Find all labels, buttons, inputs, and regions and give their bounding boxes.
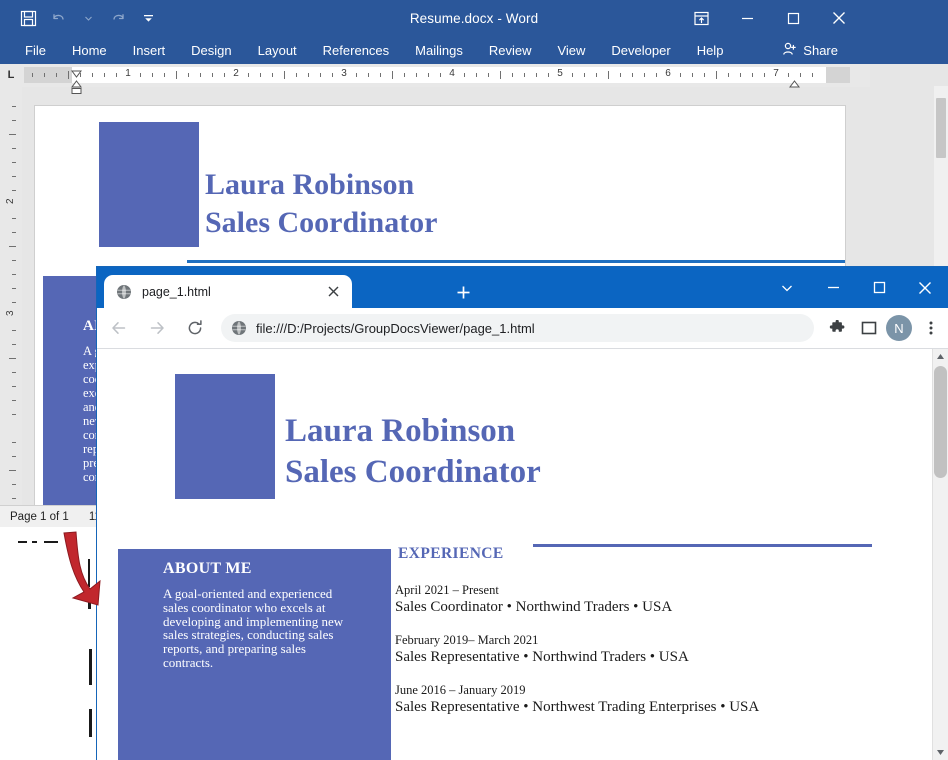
- status-page-indicator[interactable]: Page 1 of 1: [0, 511, 79, 523]
- tab-design[interactable]: Design: [178, 36, 244, 64]
- experience-rule: [533, 544, 872, 547]
- share-button[interactable]: Share: [781, 36, 838, 64]
- ruler-number-1: 1: [125, 68, 131, 79]
- puzzle-piece-icon[interactable]: [822, 313, 852, 343]
- page-mark: [88, 559, 90, 587]
- chrome-browser-window: page_1.html file:///D:/Projects/GroupDoc…: [97, 267, 948, 760]
- ruler-number-3: 3: [341, 68, 347, 79]
- page-mark: [89, 649, 92, 685]
- experience-title: Sales Coordinator • Northwind Traders • …: [395, 599, 673, 615]
- experience-date: April 2021 – Present: [395, 583, 499, 597]
- quick-access-toolbar: [14, 4, 162, 32]
- page-mark: [18, 541, 27, 543]
- page-mark: [88, 591, 91, 609]
- browser-window-controls: [764, 267, 948, 308]
- share-person-icon: [781, 41, 797, 60]
- word-ribbon-tabs: File Home Insert Design Layout Reference…: [12, 36, 736, 64]
- experience-item: April 2021 – Present Sales Coordinator •…: [395, 583, 915, 617]
- customize-quick-access-button[interactable]: [134, 4, 162, 32]
- ribbon-display-options-icon[interactable]: [678, 0, 724, 36]
- experience-item: June 2016 – January 2019 Sales Represent…: [395, 683, 915, 717]
- globe-icon: [116, 284, 132, 300]
- experience-title: Sales Representative • Northwind Traders…: [395, 649, 689, 665]
- vertical-ruler: 2 3: [0, 86, 22, 506]
- globe-icon: [231, 320, 247, 336]
- three-dot-menu-icon[interactable]: [916, 313, 946, 343]
- about-me-text: A goal-oriented and experienced sales co…: [163, 586, 344, 670]
- resume-accent-block: [175, 374, 275, 499]
- tab-view[interactable]: View: [544, 36, 598, 64]
- scroll-up-arrow-icon[interactable]: [933, 349, 948, 364]
- vruler-number-2: 2: [5, 198, 16, 204]
- experience-title: Sales Representative • Northwest Trading…: [395, 699, 760, 715]
- chevron-down-icon[interactable]: [764, 267, 810, 308]
- experience-date: February 2019– March 2021: [395, 633, 539, 647]
- experience-list: April 2021 – Present Sales Coordinator •…: [395, 583, 915, 733]
- word-resume-name: Laura Robinson Sales Coordinator: [205, 168, 438, 239]
- share-label: Share: [803, 42, 838, 58]
- tab-home[interactable]: Home: [59, 36, 120, 64]
- tab-layout[interactable]: Layout: [245, 36, 310, 64]
- tab-developer[interactable]: Developer: [598, 36, 683, 64]
- back-arrow-icon[interactable]: [103, 312, 135, 344]
- page-mark: [44, 541, 58, 543]
- browser-page-content: Laura Robinson Sales Coordinator ABOUT M…: [97, 349, 948, 760]
- close-icon[interactable]: [322, 281, 344, 303]
- ruler-number-6: 6: [665, 68, 671, 79]
- resume-name: Laura Robinson Sales Coordinator: [285, 413, 541, 490]
- address-bar[interactable]: file:///D:/Projects/GroupDocsViewer/page…: [221, 314, 814, 342]
- experience-heading: EXPERIENCE: [398, 545, 504, 562]
- browser-scrollbar-thumb[interactable]: [934, 366, 947, 478]
- resume-accent-block: [99, 122, 199, 247]
- maximize-icon[interactable]: [856, 267, 902, 308]
- tab-help[interactable]: Help: [684, 36, 737, 64]
- ruler-number-4: 4: [449, 68, 455, 79]
- maximize-icon[interactable]: [770, 0, 816, 36]
- tab-insert[interactable]: Insert: [120, 36, 179, 64]
- tab-mailings[interactable]: Mailings: [402, 36, 476, 64]
- tab-references[interactable]: References: [310, 36, 402, 64]
- new-tab-button[interactable]: [451, 280, 475, 304]
- ruler-number-2: 2: [233, 68, 239, 79]
- reload-icon[interactable]: [179, 312, 211, 344]
- address-bar-url: file:///D:/Projects/GroupDocsViewer/page…: [256, 320, 535, 336]
- save-button[interactable]: [14, 4, 42, 32]
- undo-button[interactable]: [44, 4, 72, 32]
- ruler-track: 1 2 3 4 5 6 7: [24, 67, 850, 83]
- side-panel-icon[interactable]: [854, 313, 884, 343]
- browser-tab-title: page_1.html: [142, 284, 211, 299]
- page-mark: [89, 709, 92, 737]
- screen: Resume.docx - Word File Home Insert Desi…: [0, 0, 948, 760]
- about-me-heading: ABOUT ME: [163, 560, 252, 577]
- experience-item: February 2019– March 2021 Sales Represen…: [395, 633, 915, 667]
- vruler-number-3: 3: [5, 310, 16, 316]
- undo-dropdown[interactable]: [74, 4, 102, 32]
- ruler-number-5: 5: [557, 68, 563, 79]
- left-indent-marker[interactable]: [71, 81, 82, 99]
- browser-tab[interactable]: page_1.html: [104, 275, 352, 308]
- tab-review[interactable]: Review: [476, 36, 545, 64]
- scroll-down-arrow-icon[interactable]: [933, 745, 948, 760]
- close-icon[interactable]: [902, 267, 948, 308]
- forward-arrow-icon[interactable]: [141, 312, 173, 344]
- minimize-icon[interactable]: [724, 0, 770, 36]
- right-indent-marker[interactable]: [789, 75, 800, 93]
- close-icon[interactable]: [816, 0, 862, 36]
- word-window-controls: [678, 0, 862, 36]
- page-mark: [32, 541, 37, 543]
- word-header-rule: [187, 260, 845, 263]
- minimize-icon[interactable]: [810, 267, 856, 308]
- word-scrollbar-thumb[interactable]: [936, 98, 946, 158]
- tab-stop-selector[interactable]: L: [2, 66, 20, 84]
- tab-file[interactable]: File: [12, 36, 59, 64]
- experience-date: June 2016 – January 2019: [395, 683, 526, 697]
- redo-button[interactable]: [104, 4, 132, 32]
- horizontal-ruler[interactable]: L 1 2 3 4 5 6 7: [0, 64, 870, 94]
- browser-vertical-scrollbar[interactable]: [932, 349, 948, 760]
- ruler-number-7: 7: [773, 68, 779, 79]
- profile-avatar[interactable]: N: [886, 315, 912, 341]
- browser-toolbar: file:///D:/Projects/GroupDocsViewer/page…: [97, 308, 948, 349]
